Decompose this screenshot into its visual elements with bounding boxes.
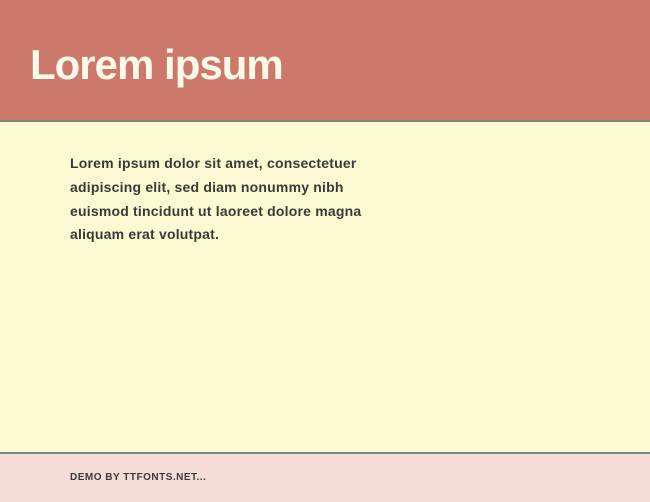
header-title: Lorem ipsum (30, 41, 283, 89)
footer-credit: DEMO BY TTFONTS.NET... (70, 472, 580, 483)
content-area: Lorem ipsum dolor sit amet, consectetuer… (0, 122, 650, 452)
header: Lorem ipsum (0, 0, 650, 120)
body-text: Lorem ipsum dolor sit amet, consectetuer… (70, 152, 370, 247)
footer: DEMO BY TTFONTS.NET... (0, 454, 650, 502)
